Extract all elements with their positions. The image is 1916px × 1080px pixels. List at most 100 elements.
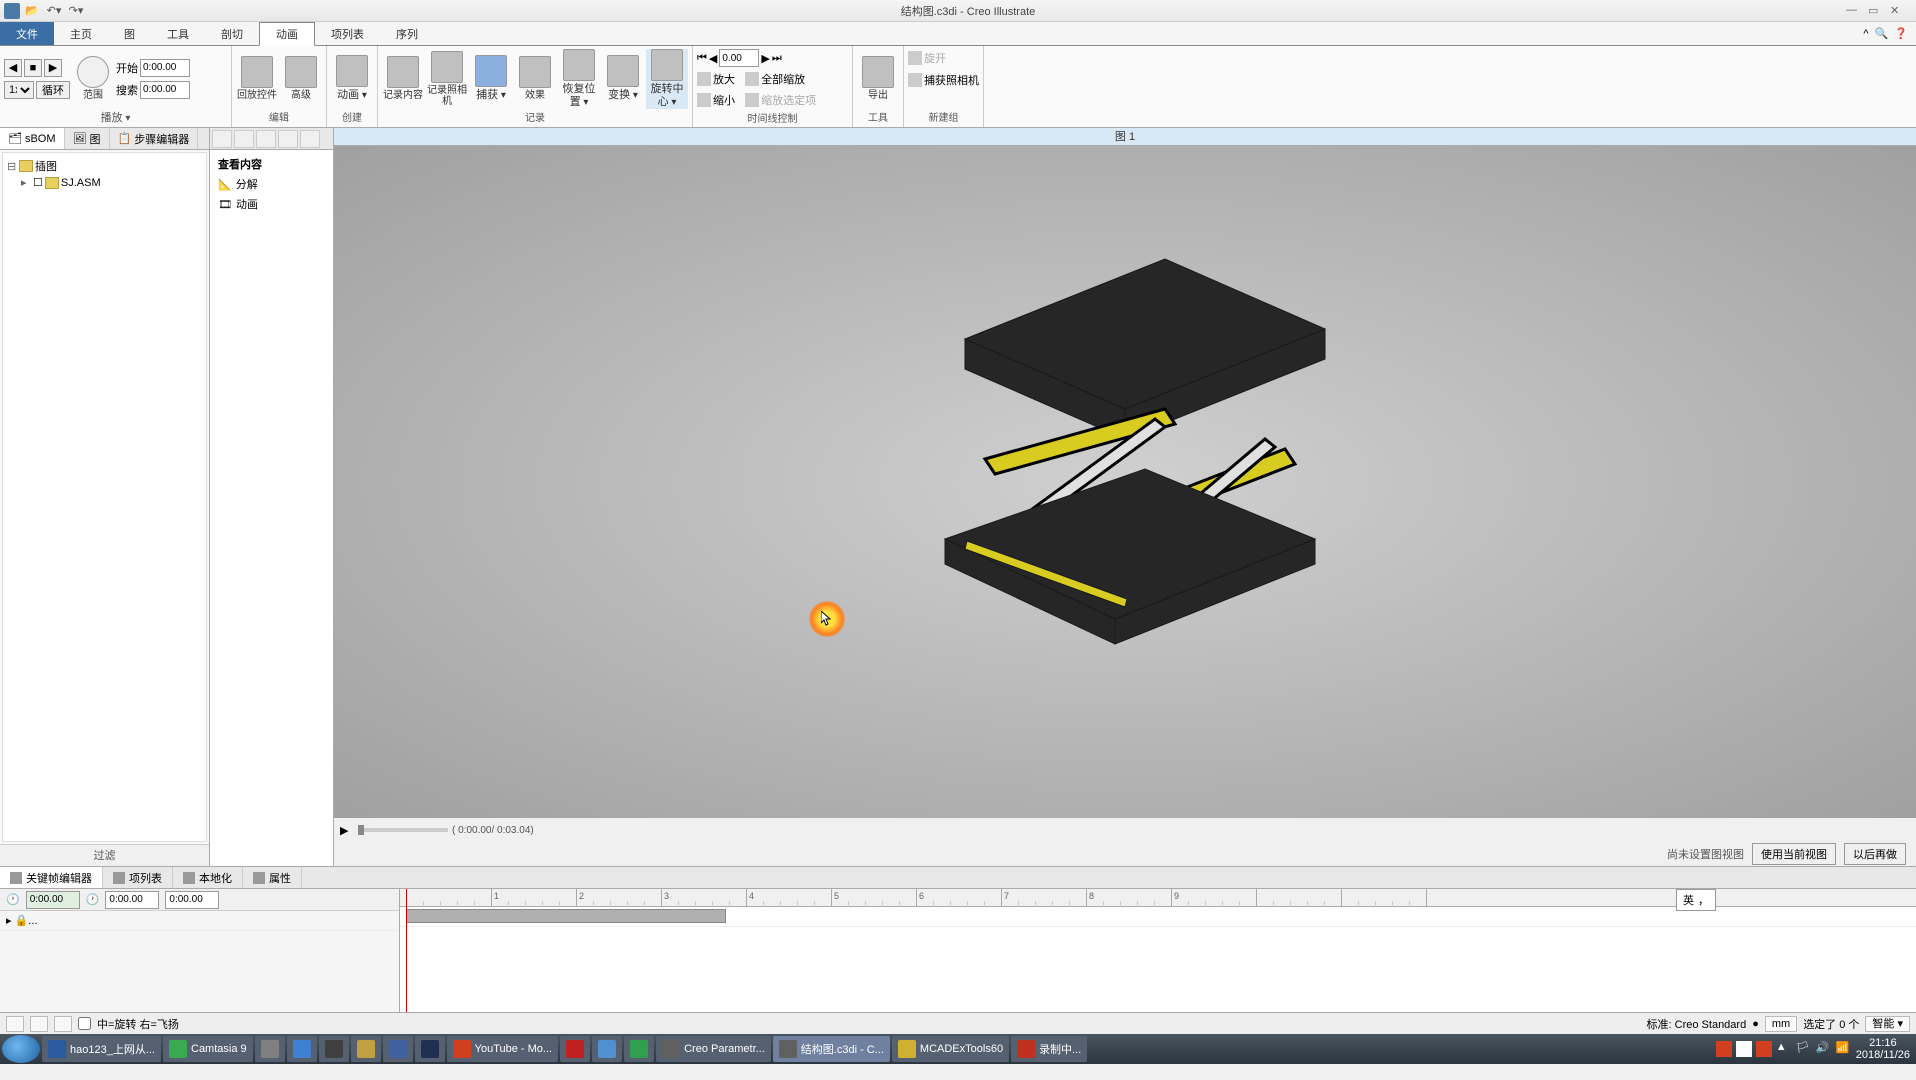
sb-view3[interactable] [54, 1016, 72, 1032]
tab-section[interactable]: 剖切 [205, 22, 259, 45]
transform-button[interactable]: 变换 ▾ [602, 49, 644, 109]
sec-btn-4[interactable] [278, 130, 298, 148]
task-14[interactable]: MCADExTools60 [892, 1036, 1009, 1062]
task-8[interactable]: YouTube - Mo... [447, 1036, 558, 1062]
tab-tools[interactable]: 工具 [151, 22, 205, 45]
lp-tab-sbom[interactable]: 🗂sBOM [0, 128, 65, 149]
spincenter-button[interactable]: 旋转中心 ▾ [646, 49, 688, 109]
task-0[interactable]: hao123_上网从... [42, 1036, 161, 1062]
tray-sound-icon[interactable]: 🔊 [1816, 1041, 1832, 1057]
btab-localize[interactable]: 本地化 [173, 867, 243, 888]
sec-animation[interactable]: 🎞动画 [214, 194, 329, 214]
help-search-icon[interactable]: 🔍 [1875, 27, 1889, 40]
qat-open-icon[interactable]: 📂 [22, 2, 42, 20]
sb-view1[interactable] [6, 1016, 24, 1032]
task-13[interactable]: 结构图.c3di - C... [773, 1036, 890, 1062]
tree-asm[interactable]: ▸☐SJ.ASM [7, 175, 202, 190]
tray-clock[interactable]: 21:162018/11/26 [1856, 1037, 1910, 1061]
tray-icon-3[interactable] [1756, 1041, 1772, 1057]
usecurrent-button[interactable]: 使用当前视图 [1752, 843, 1836, 865]
zoomall-button[interactable]: 全部缩放 [761, 71, 805, 87]
qat-undo-icon[interactable]: ↶▾ [44, 2, 64, 20]
tl-prev-icon[interactable]: ◀ [709, 52, 717, 65]
sbom-tree[interactable]: ⊟插图 ▸☐SJ.ASM [2, 152, 207, 842]
task-3[interactable] [287, 1036, 317, 1062]
tree-root[interactable]: ⊟插图 [7, 157, 202, 175]
playback-controls-button[interactable]: 回放控件 [236, 49, 278, 109]
task-15[interactable]: 录制中... [1011, 1036, 1087, 1062]
restore-button[interactable]: 恢复位置 ▾ [558, 49, 600, 109]
qat-redo-icon[interactable]: ↷▾ [66, 2, 86, 20]
task-2[interactable] [255, 1036, 285, 1062]
tab-itemlist[interactable]: 项列表 [315, 22, 380, 45]
vp-slider[interactable] [358, 828, 448, 832]
task-1[interactable]: Camtasia 9 [163, 1036, 253, 1062]
vp-play-button[interactable]: ▶ [340, 824, 354, 837]
task-9[interactable] [560, 1036, 590, 1062]
sb-smart[interactable]: 智能 ▾ [1865, 1016, 1910, 1032]
tab-sequence[interactable]: 序列 [380, 22, 434, 45]
task-5[interactable] [351, 1036, 381, 1062]
tl-first-icon[interactable]: ⏮ [697, 52, 707, 65]
speed-select[interactable]: 1x [4, 81, 34, 99]
task-12[interactable]: Creo Parametr... [656, 1036, 771, 1062]
tab-animation[interactable]: 动画 [259, 22, 315, 46]
play-stop-button[interactable]: ■ [24, 59, 42, 77]
model-scissor-lift[interactable] [905, 249, 1345, 649]
capture-button[interactable]: 捕获 ▾ [470, 49, 512, 109]
track-root[interactable]: ▸ 🔒... [0, 911, 399, 931]
tray-icon-4[interactable]: ▲ [1776, 1041, 1792, 1057]
start-input[interactable] [140, 59, 190, 77]
advanced-button[interactable]: 高级 [280, 49, 322, 109]
record-content-button[interactable]: 记录内容 [382, 49, 424, 109]
zoomout-button[interactable]: 缩小 [713, 92, 735, 108]
btab-keyframe[interactable]: 关键帧编辑器 [0, 867, 103, 888]
loop-button[interactable]: 循环 [36, 81, 70, 99]
tab-home[interactable]: 主页 [54, 22, 108, 45]
capturecam-button[interactable]: 捕获照相机 [924, 72, 979, 88]
task-10[interactable] [592, 1036, 622, 1062]
range-button[interactable]: 范围 [72, 49, 114, 109]
sec-btn-2[interactable] [234, 130, 254, 148]
close-button[interactable]: ✕ [1890, 4, 1908, 18]
time-current-input[interactable] [26, 891, 80, 909]
task-4[interactable] [319, 1036, 349, 1062]
maximize-button[interactable]: ▭ [1868, 4, 1886, 18]
sb-units[interactable]: mm [1765, 1016, 1797, 1032]
tl-next-icon[interactable]: ▶ [761, 52, 769, 65]
sec-btn-1[interactable] [212, 130, 232, 148]
tray-icon-2[interactable] [1736, 1041, 1752, 1057]
sec-btn-3[interactable] [256, 130, 276, 148]
tab-file[interactable]: 文件 [0, 22, 54, 45]
sec-btn-5[interactable] [300, 130, 320, 148]
sb-check[interactable] [78, 1017, 91, 1030]
play-next-button[interactable]: ▶ [44, 59, 62, 77]
task-6[interactable] [383, 1036, 413, 1062]
btab-props[interactable]: 属性 [243, 867, 302, 888]
timeline-time-input[interactable] [719, 49, 759, 67]
zoomin-button[interactable]: 放大 [713, 71, 735, 87]
create-animation-button[interactable]: 动画 ▾ [331, 49, 373, 109]
time-start-input[interactable] [105, 891, 159, 909]
play-prev-button[interactable]: ◀ [4, 59, 22, 77]
minimize-button[interactable]: — [1846, 4, 1864, 18]
viewport-3d[interactable] [334, 146, 1916, 818]
lp-filter[interactable]: 过滤 [0, 844, 209, 866]
sb-view2[interactable] [30, 1016, 48, 1032]
playhead[interactable] [406, 889, 407, 1012]
tray-flag-icon[interactable]: 🏳 [1796, 1041, 1812, 1057]
tray-net-icon[interactable]: 📶 [1836, 1041, 1852, 1057]
export-button[interactable]: 导出 [857, 49, 899, 109]
help-min-icon[interactable]: ^ [1863, 28, 1868, 40]
start-button[interactable] [2, 1035, 40, 1063]
tab-figure[interactable]: 图 [108, 22, 151, 45]
effects-button[interactable]: 效果 [514, 49, 556, 109]
ime-indicator[interactable]: 英， [1676, 889, 1716, 911]
task-7[interactable] [415, 1036, 445, 1062]
task-11[interactable] [624, 1036, 654, 1062]
tl-last-icon[interactable]: ⏭ [772, 52, 782, 65]
btab-itemlist[interactable]: 项列表 [103, 867, 173, 888]
search-input[interactable] [140, 81, 190, 99]
time-end-input[interactable] [165, 891, 219, 909]
record-camera-button[interactable]: 记录照相机 [426, 49, 468, 109]
